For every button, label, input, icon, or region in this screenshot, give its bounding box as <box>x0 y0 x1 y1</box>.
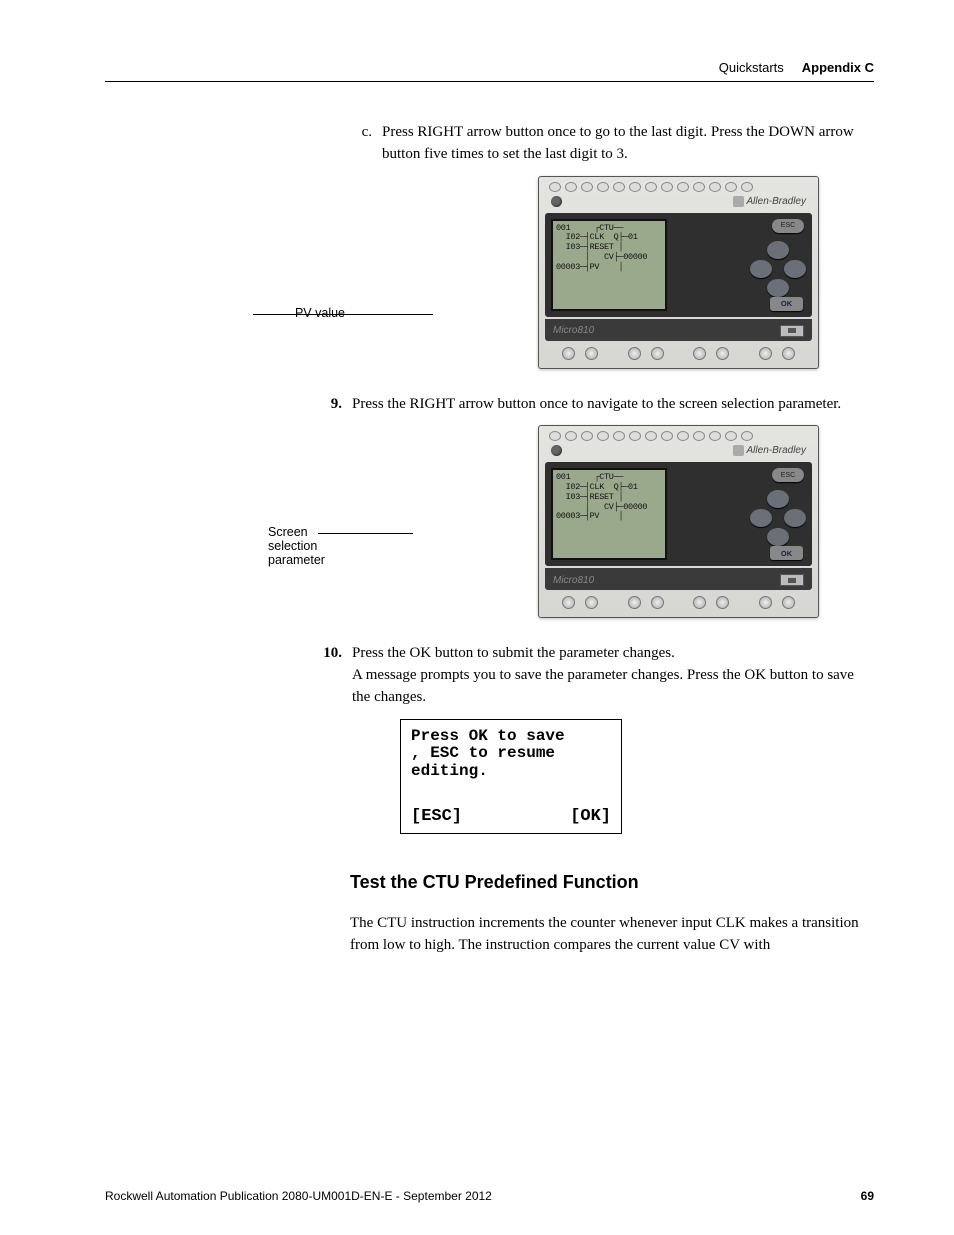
page-number: 69 <box>861 1189 874 1203</box>
confirm-ok: [OK] <box>570 808 611 827</box>
arrow-right-button[interactable] <box>784 260 806 278</box>
confirm-line3: editing. <box>411 763 611 781</box>
step-c-marker: c. <box>350 122 372 166</box>
step-10-text1: Press the OK button to submit the parame… <box>352 643 874 665</box>
figure2-callout: Screen selection parameter <box>268 525 348 567</box>
esc-button[interactable]: ESC <box>772 219 804 233</box>
step-9: 9. Press the RIGHT arrow button once to … <box>320 394 874 416</box>
arrow-right-button[interactable] <box>784 509 806 527</box>
arrow-down-button[interactable] <box>767 528 789 546</box>
running-header: Quickstarts Appendix C <box>105 60 874 75</box>
ab-logo-icon <box>733 196 744 207</box>
figure1-callout: PV value <box>295 306 345 320</box>
step-c: c. Press RIGHT arrow button once to go t… <box>350 122 874 166</box>
arrow-down-button[interactable] <box>767 279 789 297</box>
brand-label: Allen-Bradley <box>733 445 806 456</box>
confirm-line2: , ESC to resume <box>411 745 611 763</box>
body-paragraph: The CTU instruction increments the count… <box>350 913 874 957</box>
confirm-dialog: Press OK to save , ESC to resume editing… <box>400 719 622 834</box>
step-9-text: Press the RIGHT arrow button once to nav… <box>352 394 874 416</box>
header-appendix: Appendix C <box>802 60 874 75</box>
port-icon <box>780 325 804 337</box>
ab-logo-icon <box>733 445 744 456</box>
status-led <box>551 196 562 207</box>
publication-id: Rockwell Automation Publication 2080-UM0… <box>105 1189 492 1203</box>
port-icon <box>780 574 804 586</box>
model-label: Micro810 <box>553 325 594 336</box>
lcd-screen-2: 001 ┌CTU── I02─┤CLK Q├─01 I03─┤RESET │ │… <box>551 468 667 560</box>
header-rule <box>105 81 874 82</box>
step-10-text2: A message prompts you to save the parame… <box>352 665 874 709</box>
step-c-text: Press RIGHT arrow button once to go to t… <box>382 122 874 166</box>
header-section: Quickstarts <box>719 60 784 75</box>
device-2: Allen-Bradley 001 ┌CTU── I02─┤CLK Q├─01 … <box>538 425 819 618</box>
status-led <box>551 445 562 456</box>
step-9-marker: 9. <box>320 394 342 416</box>
figure-1: PV value Allen-Bradley 001 ┌CTU── I02─┤C… <box>350 176 874 369</box>
confirm-line1: Press OK to save <box>411 728 611 746</box>
page-footer: Rockwell Automation Publication 2080-UM0… <box>105 1189 874 1203</box>
ok-button[interactable]: OK <box>770 546 803 560</box>
dpad <box>750 490 806 546</box>
device-1: Allen-Bradley 001 ┌CTU── I02─┤CLK Q├─01 … <box>538 176 819 369</box>
lcd-screen-1: 001 ┌CTU── I02─┤CLK Q├─01 I03─┤RESET │ │… <box>551 219 667 311</box>
brand-label: Allen-Bradley <box>733 196 806 207</box>
arrow-up-button[interactable] <box>767 490 789 508</box>
confirm-esc: [ESC] <box>411 808 462 827</box>
esc-button[interactable]: ESC <box>772 468 804 482</box>
arrow-up-button[interactable] <box>767 241 789 259</box>
arrow-left-button[interactable] <box>750 260 772 278</box>
step-10-marker: 10. <box>320 643 342 834</box>
ok-button[interactable]: OK <box>770 297 803 311</box>
step-10: 10. Press the OK button to submit the pa… <box>320 643 874 834</box>
model-label: Micro810 <box>553 575 594 586</box>
subheading-test-ctu: Test the CTU Predefined Function <box>350 872 874 893</box>
dpad <box>750 241 806 297</box>
figure-2: Screen selection parameter Allen-Bradley… <box>350 425 874 618</box>
arrow-left-button[interactable] <box>750 509 772 527</box>
